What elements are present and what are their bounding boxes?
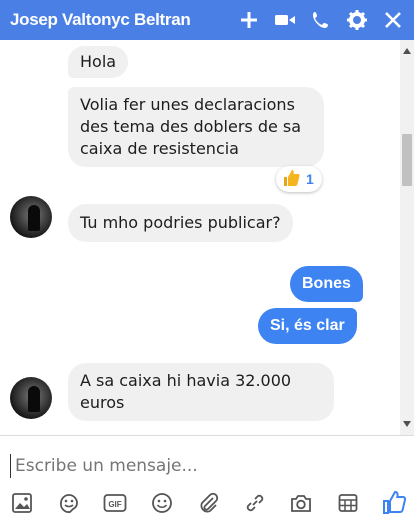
emoji-icon[interactable] (148, 489, 176, 517)
reaction-count: 1 (306, 171, 314, 187)
message-bubble: Volia fer unes declaracions des tema des… (68, 87, 324, 167)
avatar[interactable] (10, 196, 52, 238)
header-actions (238, 0, 404, 40)
scrollbar[interactable] (400, 40, 414, 435)
message-bubble: Hola (68, 46, 129, 78)
plus-icon[interactable] (238, 9, 260, 31)
message-list[interactable]: Hola Volia fer unes declaracions des tem… (0, 40, 400, 435)
gear-icon[interactable] (346, 9, 368, 31)
message-line: A sa caixa hi havia 32.000 (80, 371, 292, 390)
image-icon[interactable] (8, 489, 36, 517)
svg-text:GIF: GIF (108, 500, 121, 509)
link-icon[interactable] (241, 489, 269, 517)
gif-icon[interactable]: GIF (101, 489, 129, 517)
message-line: euros (80, 393, 125, 412)
message-line: caixa de resistencia (80, 139, 239, 158)
message-bubble: Tu mho podries publicar? (68, 204, 293, 242)
scroll-up-arrow[interactable] (403, 48, 411, 54)
message-text: Hola (80, 52, 117, 71)
reaction-badge[interactable]: 1 (276, 166, 322, 192)
message-text: Si, és clar (270, 317, 345, 334)
message-text: Bones (302, 275, 351, 292)
message-text: Tu mho podries publicar? (80, 213, 281, 232)
message-input[interactable] (10, 454, 395, 478)
message-bubble: A sa caixa hi havia 32.000 euros (68, 363, 334, 421)
sticker-icon[interactable] (55, 489, 83, 517)
composer-toolbar: GIF (8, 488, 408, 518)
contact-name[interactable]: Josep Valtonyc Beltran (10, 10, 191, 30)
close-icon[interactable] (382, 9, 404, 31)
video-icon[interactable] (274, 9, 296, 31)
composer: GIF (0, 435, 414, 524)
avatar[interactable] (10, 377, 52, 419)
chat-header: Josep Valtonyc Beltran (0, 0, 414, 40)
message-bubble: Bones (290, 266, 363, 302)
message-bubble: Si, és clar (258, 308, 357, 344)
thumbs-up-icon (282, 169, 300, 190)
message-line: Volia fer unes declaracions (80, 95, 295, 114)
message-line: des tema des doblers de sa (80, 117, 302, 136)
camera-icon[interactable] (287, 489, 315, 517)
phone-icon[interactable] (310, 9, 332, 31)
scroll-thumb[interactable] (402, 134, 412, 186)
table-icon[interactable] (334, 489, 362, 517)
like-icon[interactable] (380, 489, 408, 517)
scroll-down-arrow[interactable] (403, 421, 411, 427)
attachment-icon[interactable] (194, 489, 222, 517)
